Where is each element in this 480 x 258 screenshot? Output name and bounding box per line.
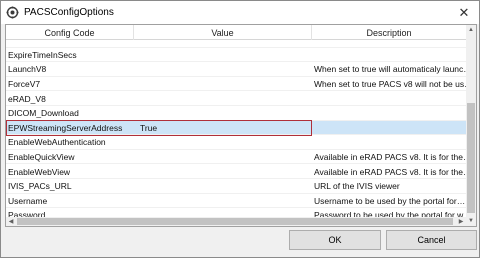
- config-options-window: PACSConfigOptions ✕ ExpireTimeInSecs Laun…: [0, 0, 480, 258]
- table-row[interactable]: IVIS_PACs_URL URL of the IVIS viewer: [6, 179, 466, 194]
- cell-value[interactable]: [138, 106, 312, 121]
- cell-code[interactable]: Username: [6, 194, 138, 209]
- table-row[interactable]: ForceV7 When set to true PACS v8 will not…: [6, 77, 466, 92]
- config-grid[interactable]: ExpireTimeInSecs LaunchV8 When set to true…: [5, 24, 477, 227]
- cell-value[interactable]: [138, 48, 312, 63]
- grid-header: Config Code Value Description: [6, 25, 476, 40]
- cell-description[interactable]: [312, 135, 466, 150]
- gear-icon: [6, 6, 19, 19]
- title-bar: PACSConfigOptions ✕: [1, 1, 479, 24]
- column-header-config-code[interactable]: Config Code: [6, 25, 134, 40]
- vertical-scrollbar[interactable]: ▲ ▼: [466, 25, 476, 226]
- table-row[interactable]: EnableQuickView Available in eRAD PACS v8…: [6, 150, 466, 165]
- table-row[interactable]: EPWStreamingServerAddress True: [6, 119, 466, 136]
- table-row[interactable]: EnableWebAuthentication: [6, 135, 466, 150]
- cell-value[interactable]: [138, 150, 312, 165]
- cell-value[interactable]: [138, 194, 312, 209]
- cell-code[interactable]: EnableQuickView: [6, 150, 138, 165]
- cell-description[interactable]: [312, 121, 466, 136]
- cell-code[interactable]: EnableWebView: [6, 164, 138, 179]
- scroll-down-icon[interactable]: ▼: [466, 216, 476, 226]
- grid-rows: ExpireTimeInSecs LaunchV8 When set to true…: [6, 33, 466, 223]
- cell-code[interactable]: EPWStreamingServerAddress: [6, 121, 138, 136]
- column-header-description[interactable]: Description: [312, 25, 466, 40]
- cell-value[interactable]: True: [138, 121, 312, 136]
- table-row[interactable]: ExpireTimeInSecs: [6, 48, 466, 63]
- cancel-button[interactable]: Cancel: [386, 230, 477, 250]
- cell-code[interactable]: IVIS_PACs_URL: [6, 179, 138, 194]
- cell-code[interactable]: ExpireTimeInSecs: [6, 48, 138, 63]
- column-header-value[interactable]: Value: [134, 25, 312, 40]
- table-row[interactable]: LaunchV8 When set to true will automatica…: [6, 62, 466, 77]
- cell-description[interactable]: [312, 48, 466, 63]
- cell-description[interactable]: Available in eRAD PACS v8. It is for the…: [312, 164, 466, 179]
- cell-code[interactable]: eRAD_V8: [6, 91, 138, 106]
- cell-description[interactable]: URL of the IVIS viewer: [312, 179, 466, 194]
- cell-description[interactable]: [312, 91, 466, 106]
- cell-description[interactable]: When set to true PACS v8 will not be us…: [312, 77, 466, 92]
- scroll-left-icon[interactable]: ◀: [6, 217, 16, 226]
- close-button[interactable]: ✕: [449, 1, 479, 24]
- cell-value[interactable]: [138, 135, 312, 150]
- ok-button[interactable]: OK: [289, 230, 381, 250]
- horizontal-scroll-thumb[interactable]: [17, 218, 453, 225]
- cell-description[interactable]: Username to be used by the portal for…: [312, 194, 466, 209]
- table-row[interactable]: eRAD_V8: [6, 91, 466, 106]
- cell-value[interactable]: [138, 164, 312, 179]
- cell-value[interactable]: [138, 62, 312, 77]
- table-row[interactable]: EnableWebView Available in eRAD PACS v8. …: [6, 164, 466, 179]
- cell-code[interactable]: ForceV7: [6, 77, 138, 92]
- scroll-right-icon[interactable]: ▶: [456, 217, 466, 226]
- table-row[interactable]: DICOM_Download: [6, 106, 466, 121]
- scroll-up-icon[interactable]: ▲: [466, 25, 476, 35]
- cell-description[interactable]: When set to true will automaticaly launc…: [312, 62, 466, 77]
- cell-value[interactable]: [138, 179, 312, 194]
- cell-code[interactable]: LaunchV8: [6, 62, 138, 77]
- close-icon: ✕: [458, 4, 470, 20]
- window-title: PACSConfigOptions: [24, 7, 114, 18]
- cell-value[interactable]: [138, 91, 312, 106]
- cell-description[interactable]: Available in eRAD PACS v8. It is for the…: [312, 150, 466, 165]
- vertical-scroll-thumb[interactable]: [467, 103, 475, 213]
- cell-code[interactable]: EnableWebAuthentication: [6, 135, 138, 150]
- cell-code[interactable]: DICOM_Download: [6, 106, 138, 121]
- horizontal-scrollbar[interactable]: ◀ ▶: [6, 217, 466, 226]
- cell-value[interactable]: [138, 77, 312, 92]
- cell-description[interactable]: [312, 106, 466, 121]
- table-row[interactable]: Username Username to be used by the porta…: [6, 194, 466, 209]
